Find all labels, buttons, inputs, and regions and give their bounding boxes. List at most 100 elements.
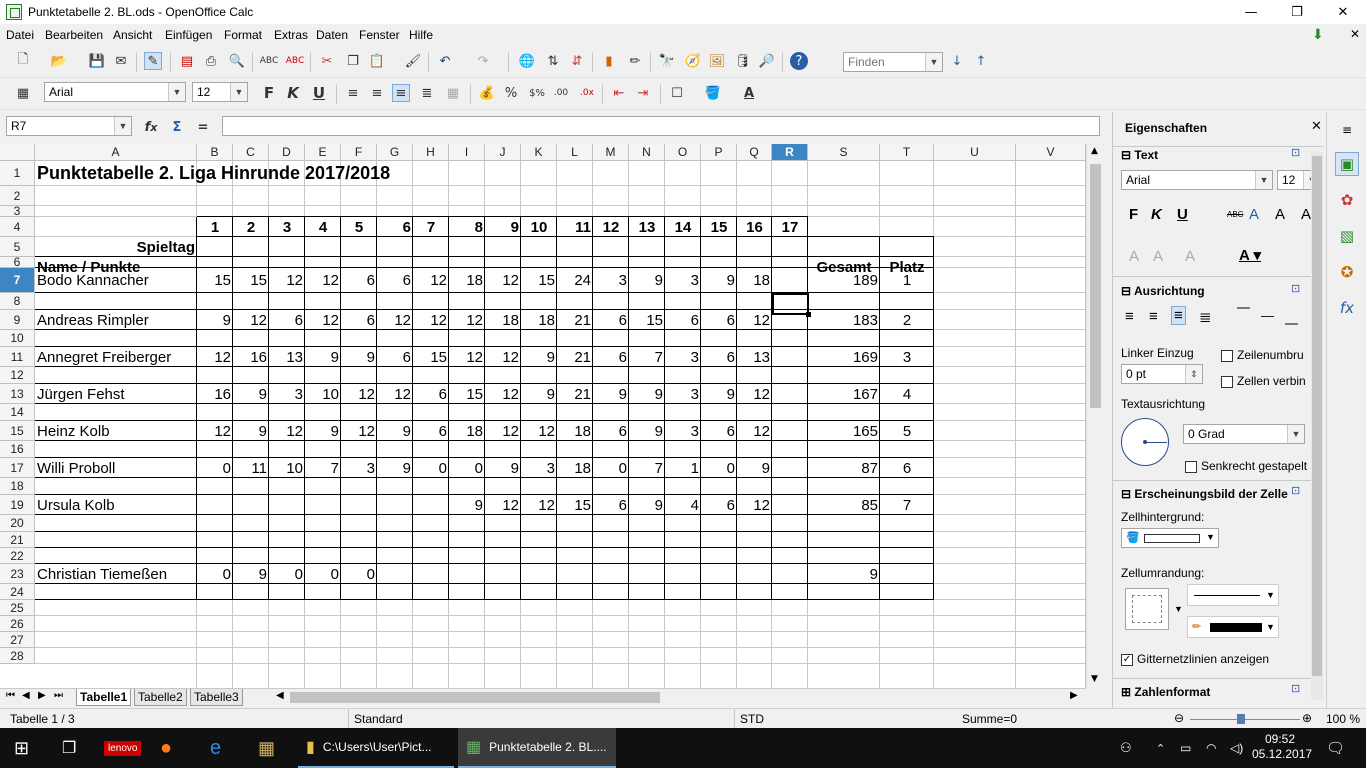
row-header-17[interactable]: 17: [0, 458, 35, 478]
sidebar-scrollbar[interactable]: [1311, 152, 1323, 700]
indent-spinner[interactable]: 0 pt ⇕: [1121, 364, 1203, 384]
new-document-icon[interactable]: 🗋: [14, 52, 32, 70]
player-name[interactable]: Andreas Rimpler: [35, 310, 197, 330]
sidebar-italic-icon[interactable]: K: [1151, 206, 1162, 223]
font-color-icon[interactable]: A: [740, 84, 758, 102]
number-more-options-icon[interactable]: ⊡: [1291, 682, 1300, 695]
zoom-slider-thumb[interactable]: [1237, 714, 1245, 724]
clone-format-icon[interactable]: 🖌: [404, 52, 422, 70]
menu-daten[interactable]: Daten: [316, 28, 348, 42]
name-box-dropdown-icon[interactable]: ▼: [114, 117, 131, 135]
open-folder-icon[interactable]: 📂: [50, 52, 68, 70]
menu-datei[interactable]: Datei: [6, 28, 34, 42]
row-header-26[interactable]: 26: [0, 616, 35, 632]
close-button[interactable]: ✕: [1320, 0, 1366, 24]
sidebar-align-center-icon[interactable]: ≡: [1149, 308, 1158, 325]
first-sheet-icon[interactable]: ⏮: [6, 690, 15, 701]
row-header-22[interactable]: 22: [0, 548, 35, 564]
column-header-k[interactable]: K: [521, 144, 557, 161]
score-cell[interactable]: 6: [665, 310, 701, 330]
score-cell[interactable]: 12: [485, 347, 521, 367]
score-cell[interactable]: 6: [593, 421, 629, 441]
number-format-section-header[interactable]: ⊞ Zahlenformat: [1121, 685, 1210, 699]
find-input[interactable]: Finden ▼: [843, 52, 943, 72]
vertical-scrollbar[interactable]: ▲ ▼: [1086, 144, 1104, 688]
row-header-18[interactable]: 18: [0, 478, 35, 495]
column-header-b[interactable]: B: [197, 144, 233, 161]
background-color-icon[interactable]: 🪣: [704, 84, 722, 102]
row-header-23[interactable]: 23: [0, 564, 35, 584]
score-cell[interactable]: 12: [413, 310, 449, 330]
gesamt-cell[interactable]: 189: [808, 268, 880, 293]
column-header-l[interactable]: L: [557, 144, 593, 161]
score-cell[interactable]: 3: [521, 458, 557, 478]
score-cell[interactable]: 6: [701, 310, 737, 330]
spieltag-header[interactable]: 17: [772, 217, 808, 237]
spieltag-header[interactable]: 1: [197, 217, 233, 237]
score-cell[interactable]: 0: [269, 564, 305, 584]
score-cell[interactable]: 6: [413, 421, 449, 441]
spieltag-header[interactable]: 4: [305, 217, 341, 237]
row-header-25[interactable]: 25: [0, 600, 35, 616]
text-section-header[interactable]: ⊟ Text: [1121, 148, 1158, 162]
tab-tabelle1[interactable]: Tabelle1: [76, 689, 132, 706]
score-cell[interactable]: 21: [557, 384, 593, 404]
sidebar-align-middle-icon[interactable]: —: [1261, 308, 1274, 323]
score-cell[interactable]: 6: [593, 347, 629, 367]
player-name[interactable]: Christian Tiemeßen: [35, 564, 197, 584]
bg-dropdown-icon[interactable]: ▼: [1206, 532, 1215, 542]
vertical-scroll-thumb[interactable]: [1090, 164, 1101, 408]
line-style-dropdown-icon[interactable]: ▼: [1266, 590, 1275, 600]
stacked-checkbox[interactable]: Senkrecht gestapelt: [1185, 459, 1307, 473]
menu-extras[interactable]: Extras: [274, 28, 308, 42]
score-cell[interactable]: 10: [269, 458, 305, 478]
score-cell[interactable]: 0: [305, 564, 341, 584]
spieltag-header[interactable]: 13: [629, 217, 665, 237]
spieltag-header[interactable]: 14: [665, 217, 701, 237]
score-cell[interactable]: 12: [485, 421, 521, 441]
score-cell[interactable]: 12: [305, 268, 341, 293]
score-cell[interactable]: 12: [341, 384, 377, 404]
row-header-19[interactable]: 19: [0, 495, 35, 515]
score-cell[interactable]: 3: [665, 347, 701, 367]
alignment-more-options-icon[interactable]: ⊡: [1291, 282, 1300, 295]
gesamt-cell[interactable]: 87: [808, 458, 880, 478]
column-header-i[interactable]: I: [449, 144, 485, 161]
column-header-v[interactable]: V: [1016, 144, 1086, 161]
navigator-deck-icon[interactable]: ✪: [1335, 260, 1359, 284]
score-cell[interactable]: 6: [593, 495, 629, 515]
fill-handle[interactable]: [806, 312, 811, 317]
sidebar-highlight2-icon[interactable]: A: [1153, 248, 1163, 265]
background-color-picker[interactable]: 🪣 ▼: [1121, 528, 1219, 548]
column-header-t[interactable]: T: [880, 144, 934, 161]
select-all-corner[interactable]: [0, 144, 35, 161]
row-header-8[interactable]: 8: [0, 293, 35, 310]
score-cell[interactable]: 15: [629, 310, 665, 330]
firefox-icon[interactable]: ●: [160, 728, 172, 768]
score-cell[interactable]: 9: [233, 384, 269, 404]
sidebar-shadow-icon[interactable]: A: [1249, 206, 1259, 223]
scroll-right-icon[interactable]: ▶: [1070, 690, 1078, 701]
spieltag-header[interactable]: 7: [413, 217, 449, 237]
row-header-3[interactable]: 3: [0, 204, 35, 218]
border-style-picker[interactable]: [1125, 588, 1169, 630]
line-style-picker[interactable]: ▼: [1187, 584, 1279, 606]
column-header-g[interactable]: G: [377, 144, 413, 161]
score-cell[interactable]: 6: [593, 310, 629, 330]
align-right-icon[interactable]: ≡: [392, 84, 410, 102]
line-color-picker[interactable]: ✏ ▼: [1187, 616, 1279, 638]
score-cell[interactable]: 6: [377, 268, 413, 293]
platz-cell[interactable]: 1: [880, 268, 934, 293]
zoom-level[interactable]: 100 %: [1326, 712, 1360, 726]
sidebar-align-left-icon[interactable]: ≡: [1125, 308, 1134, 325]
score-cell[interactable]: 15: [521, 268, 557, 293]
internet-explorer-icon[interactable]: e: [210, 728, 221, 768]
explorer-pinned-icon[interactable]: ▦: [258, 728, 275, 768]
score-cell[interactable]: 12: [269, 268, 305, 293]
score-cell[interactable]: 6: [341, 268, 377, 293]
italic-icon[interactable]: K: [284, 84, 302, 102]
score-cell[interactable]: 3: [593, 268, 629, 293]
sidebar-justify-icon[interactable]: ≣: [1199, 308, 1212, 326]
find-replace-icon[interactable]: 🔭: [658, 52, 676, 70]
menu-hilfe[interactable]: Hilfe: [409, 28, 433, 42]
